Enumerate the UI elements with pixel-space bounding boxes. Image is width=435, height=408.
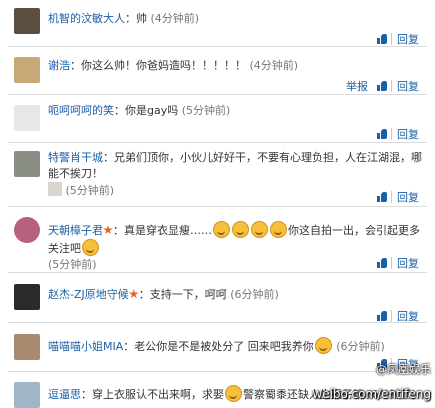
comment-actions: 举报 回复 [346, 78, 419, 94]
comment-item: 喵喵喵小姐MIA：老公你是不是被处分了 回来吧我养你 (6分钟前) 回复 [0, 323, 435, 371]
comment-text: 穿上衣服认不出来啊，求娶 [92, 388, 224, 401]
emoji-icon [48, 182, 62, 196]
commenter-name[interactable]: 机智的汶敏大人 [48, 12, 125, 25]
comment-item: 呃呵呵呵的笑：你是gay吗 (5分钟前) 回复 [0, 95, 435, 141]
medal-icon [128, 289, 139, 299]
like-icon[interactable] [376, 33, 388, 45]
comment-time: (5分钟前) [65, 184, 115, 197]
watermark-handle: @凤凰娱乐 [376, 363, 431, 376]
comment-actions: 回复 [376, 126, 419, 142]
reply-link[interactable]: 回复 [397, 126, 419, 142]
like-icon[interactable] [376, 257, 388, 269]
avatar[interactable] [14, 105, 40, 131]
divider [391, 310, 392, 322]
emoji-icon [213, 221, 230, 238]
avatar[interactable] [14, 284, 40, 310]
comment-actions: 回复 [376, 189, 419, 205]
divider [391, 128, 392, 140]
avatar[interactable] [14, 151, 40, 177]
comment-text: 你是gay吗 [125, 104, 179, 117]
divider [391, 33, 392, 45]
comment-time: (4分钟前) [249, 59, 299, 72]
commenter-name[interactable]: 逗逼思 [48, 388, 81, 401]
avatar[interactable] [14, 334, 40, 360]
watermark-site: weibo.com/entifeng [312, 387, 431, 401]
reply-link[interactable]: 回复 [397, 78, 419, 94]
commenter-name[interactable]: 喵喵喵小姐MIA [48, 340, 123, 353]
emoji-icon [314, 337, 332, 354]
avatar[interactable] [14, 57, 40, 83]
comment-item: 谢浩：你这么帅！你爸妈造吗！！！！！ (4分钟前) 举报 回复 [0, 47, 435, 93]
comment-time: (6分钟前) [230, 288, 279, 301]
medal-icon [103, 225, 113, 235]
report-link[interactable]: 举报 [346, 78, 368, 94]
comment-time: (4分钟前) [150, 12, 200, 25]
comment-time: (5分钟前) [181, 104, 231, 117]
emoji-icon [82, 239, 99, 256]
reply-link[interactable]: 回复 [397, 31, 419, 47]
comment-item: 赵杰-ZJ原地守候 ：支持一下，呵呵 (6分钟前) 回复 [0, 273, 435, 323]
comment-text: 老公你是不是被处分了 回来吧我养你 [134, 340, 314, 353]
commenter-name[interactable]: 特警肖干城 [48, 151, 103, 164]
comment-time: (6分钟前) [336, 340, 385, 353]
comment-item: 机智的汶敏大人：帅 (4分钟前) 回复 [0, 0, 435, 46]
like-icon[interactable] [376, 80, 388, 92]
divider [391, 80, 392, 92]
emoji-icon [225, 385, 242, 402]
comment-actions: 回复 [376, 255, 419, 271]
avatar[interactable] [14, 217, 40, 243]
emoji-icon [251, 221, 268, 238]
comment-text: 帅 [136, 12, 147, 25]
divider [391, 257, 392, 269]
emoji-icon [270, 221, 287, 238]
like-icon[interactable] [376, 191, 388, 203]
like-icon[interactable] [376, 128, 388, 140]
comment-actions: 回复 [376, 31, 419, 47]
emoji-icon [232, 221, 249, 238]
reply-link[interactable]: 回复 [397, 189, 419, 205]
comment-text: 真是穿衣显瘦…… [124, 224, 212, 237]
commenter-name[interactable]: 呃呵呵呵的笑 [48, 104, 114, 117]
comment-item: 天朝樟子君 ：真是穿衣显瘦…… 你这自拍一出，会引起更多关注吧 (5分钟前) 回复 [0, 207, 435, 271]
comment-text: 支持一下，呵呵 [149, 288, 227, 301]
reply-link[interactable]: 回复 [397, 255, 419, 271]
avatar[interactable] [14, 382, 40, 408]
comment-time: (5分钟前) [48, 258, 97, 271]
avatar[interactable] [14, 8, 40, 34]
comment-text: 你这么帅！你爸妈造吗！！！！！ [81, 59, 246, 72]
commenter-name[interactable]: 谢浩 [48, 59, 70, 72]
divider [391, 191, 392, 203]
comment-item: 特警肖干城：兄弟们顶你，小伙儿好好干，不要有心理负担，人在江湖混，哪能不挨刀！ … [0, 143, 435, 205]
commenter-name[interactable]: 天朝樟子君 [48, 224, 103, 237]
like-icon[interactable] [376, 310, 388, 322]
commenter-name[interactable]: 赵杰-ZJ原地守候 [48, 288, 129, 301]
